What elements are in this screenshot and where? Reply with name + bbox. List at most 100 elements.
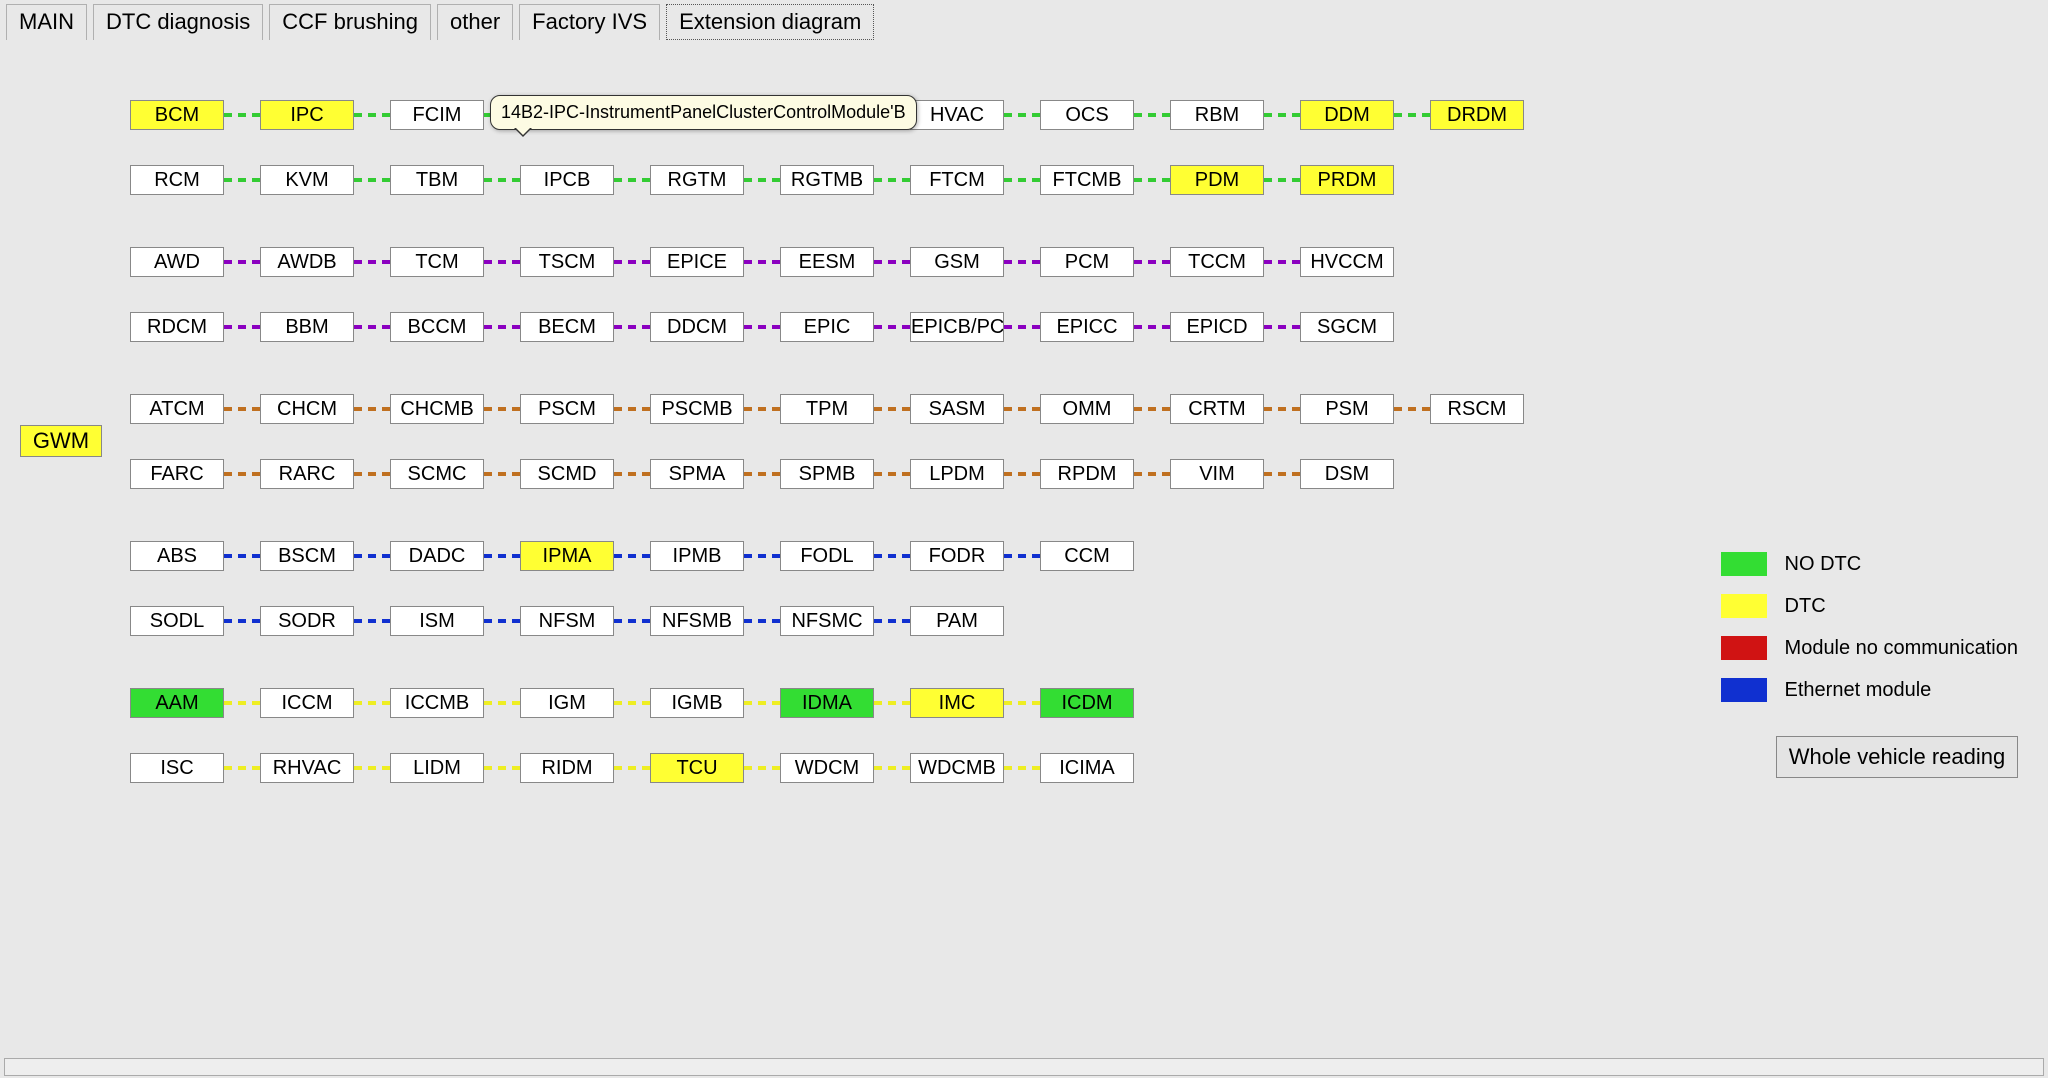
module-vim[interactable]: VIM	[1170, 459, 1264, 489]
tab-main[interactable]: MAIN	[6, 4, 87, 40]
module-drdm[interactable]: DRDM	[1430, 100, 1524, 130]
module-igmb[interactable]: IGMB	[650, 688, 744, 718]
module-tccm[interactable]: TCCM	[1170, 247, 1264, 277]
module-ipc[interactable]: IPC	[260, 100, 354, 130]
module-bcm[interactable]: BCM	[130, 100, 224, 130]
module-becm[interactable]: BECM	[520, 312, 614, 342]
module-sasm[interactable]: SASM	[910, 394, 1004, 424]
module-chcmb[interactable]: CHCMB	[390, 394, 484, 424]
module-fcim[interactable]: FCIM	[390, 100, 484, 130]
module-ipma[interactable]: IPMA	[520, 541, 614, 571]
module-bccm[interactable]: BCCM	[390, 312, 484, 342]
module-tpm[interactable]: TPM	[780, 394, 874, 424]
module-igm[interactable]: IGM	[520, 688, 614, 718]
tab-extension-diagram[interactable]: Extension diagram	[666, 4, 874, 40]
module-sodl[interactable]: SODL	[130, 606, 224, 636]
module-tbm[interactable]: TBM	[390, 165, 484, 195]
module-crtm[interactable]: CRTM	[1170, 394, 1264, 424]
module-pcm[interactable]: PCM	[1040, 247, 1134, 277]
module-sodr[interactable]: SODR	[260, 606, 354, 636]
module-spmb[interactable]: SPMB	[780, 459, 874, 489]
module-nfsmb[interactable]: NFSMB	[650, 606, 744, 636]
module-icdm[interactable]: ICDM	[1040, 688, 1134, 718]
module-gwm[interactable]: GWM	[20, 425, 102, 457]
module-iccmb[interactable]: ICCMB	[390, 688, 484, 718]
module-pdm[interactable]: PDM	[1170, 165, 1264, 195]
module-ddcm[interactable]: DDCM	[650, 312, 744, 342]
module-pam[interactable]: PAM	[910, 606, 1004, 636]
module-rscm[interactable]: RSCM	[1430, 394, 1524, 424]
whole-vehicle-reading-button[interactable]: Whole vehicle reading	[1776, 736, 2018, 778]
module-abs[interactable]: ABS	[130, 541, 224, 571]
module-ftcmb[interactable]: FTCMB	[1040, 165, 1134, 195]
tab-other[interactable]: other	[437, 4, 513, 40]
module-wdcm[interactable]: WDCM	[780, 753, 874, 783]
legend-item: NO DTC	[1721, 552, 2018, 576]
tab-dtc-diagnosis[interactable]: DTC diagnosis	[93, 4, 263, 40]
module-ridm[interactable]: RIDM	[520, 753, 614, 783]
module-ism[interactable]: ISM	[390, 606, 484, 636]
module-sgcm[interactable]: SGCM	[1300, 312, 1394, 342]
module-lpdm[interactable]: LPDM	[910, 459, 1004, 489]
module-ipcb[interactable]: IPCB	[520, 165, 614, 195]
module-epicd[interactable]: EPICD	[1170, 312, 1264, 342]
module-dadc[interactable]: DADC	[390, 541, 484, 571]
module-kvm[interactable]: KVM	[260, 165, 354, 195]
module-fodr[interactable]: FODR	[910, 541, 1004, 571]
module-pscmb[interactable]: PSCMB	[650, 394, 744, 424]
module-psm[interactable]: PSM	[1300, 394, 1394, 424]
module-awd[interactable]: AWD	[130, 247, 224, 277]
module-epic[interactable]: EPIC	[780, 312, 874, 342]
module-aam[interactable]: AAM	[130, 688, 224, 718]
module-prdm[interactable]: PRDM	[1300, 165, 1394, 195]
module-rhvac[interactable]: RHVAC	[260, 753, 354, 783]
module-nfsmc[interactable]: NFSMC	[780, 606, 874, 636]
module-rbm[interactable]: RBM	[1170, 100, 1264, 130]
module-awdb[interactable]: AWDB	[260, 247, 354, 277]
module-isc[interactable]: ISC	[130, 753, 224, 783]
module-rcm[interactable]: RCM	[130, 165, 224, 195]
module-rgtmb[interactable]: RGTMB	[780, 165, 874, 195]
module-rgtm[interactable]: RGTM	[650, 165, 744, 195]
module-bscm[interactable]: BSCM	[260, 541, 354, 571]
module-iccm[interactable]: ICCM	[260, 688, 354, 718]
module-hvac[interactable]: HVAC	[910, 100, 1004, 130]
module-rarc[interactable]: RARC	[260, 459, 354, 489]
module-hvccm[interactable]: HVCCM	[1300, 247, 1394, 277]
module-omm[interactable]: OMM	[1040, 394, 1134, 424]
module-fodl[interactable]: FODL	[780, 541, 874, 571]
legend: NO DTCDTCModule no communicationEthernet…	[1721, 552, 2018, 720]
module-ipmb[interactable]: IPMB	[650, 541, 744, 571]
module-rdcm[interactable]: RDCM	[130, 312, 224, 342]
module-spma[interactable]: SPMA	[650, 459, 744, 489]
module-lidm[interactable]: LIDM	[390, 753, 484, 783]
module-wdcmb[interactable]: WDCMB	[910, 753, 1004, 783]
module-epicc[interactable]: EPICC	[1040, 312, 1134, 342]
module-tcm[interactable]: TCM	[390, 247, 484, 277]
module-ccm[interactable]: CCM	[1040, 541, 1134, 571]
module-ftcm[interactable]: FTCM	[910, 165, 1004, 195]
module-tcu[interactable]: TCU	[650, 753, 744, 783]
tab-ccf-brushing[interactable]: CCF brushing	[269, 4, 431, 40]
module-eesm[interactable]: EESM	[780, 247, 874, 277]
module-tscm[interactable]: TSCM	[520, 247, 614, 277]
module-gsm[interactable]: GSM	[910, 247, 1004, 277]
module-nfsm[interactable]: NFSM	[520, 606, 614, 636]
module-pscm[interactable]: PSCM	[520, 394, 614, 424]
module-scmc[interactable]: SCMC	[390, 459, 484, 489]
module-ocs[interactable]: OCS	[1040, 100, 1134, 130]
module-farc[interactable]: FARC	[130, 459, 224, 489]
module-icima[interactable]: ICIMA	[1040, 753, 1134, 783]
module-atcm[interactable]: ATCM	[130, 394, 224, 424]
module-rpdm[interactable]: RPDM	[1040, 459, 1134, 489]
module-bbm[interactable]: BBM	[260, 312, 354, 342]
module-scmd[interactable]: SCMD	[520, 459, 614, 489]
module-epice[interactable]: EPICE	[650, 247, 744, 277]
module-chcm[interactable]: CHCM	[260, 394, 354, 424]
module-imc[interactable]: IMC	[910, 688, 1004, 718]
module-idma[interactable]: IDMA	[780, 688, 874, 718]
module-epicb/pcm[interactable]: EPICB/PCM	[910, 312, 1004, 342]
module-ddm[interactable]: DDM	[1300, 100, 1394, 130]
tab-factory-ivs[interactable]: Factory IVS	[519, 4, 660, 40]
module-dsm[interactable]: DSM	[1300, 459, 1394, 489]
